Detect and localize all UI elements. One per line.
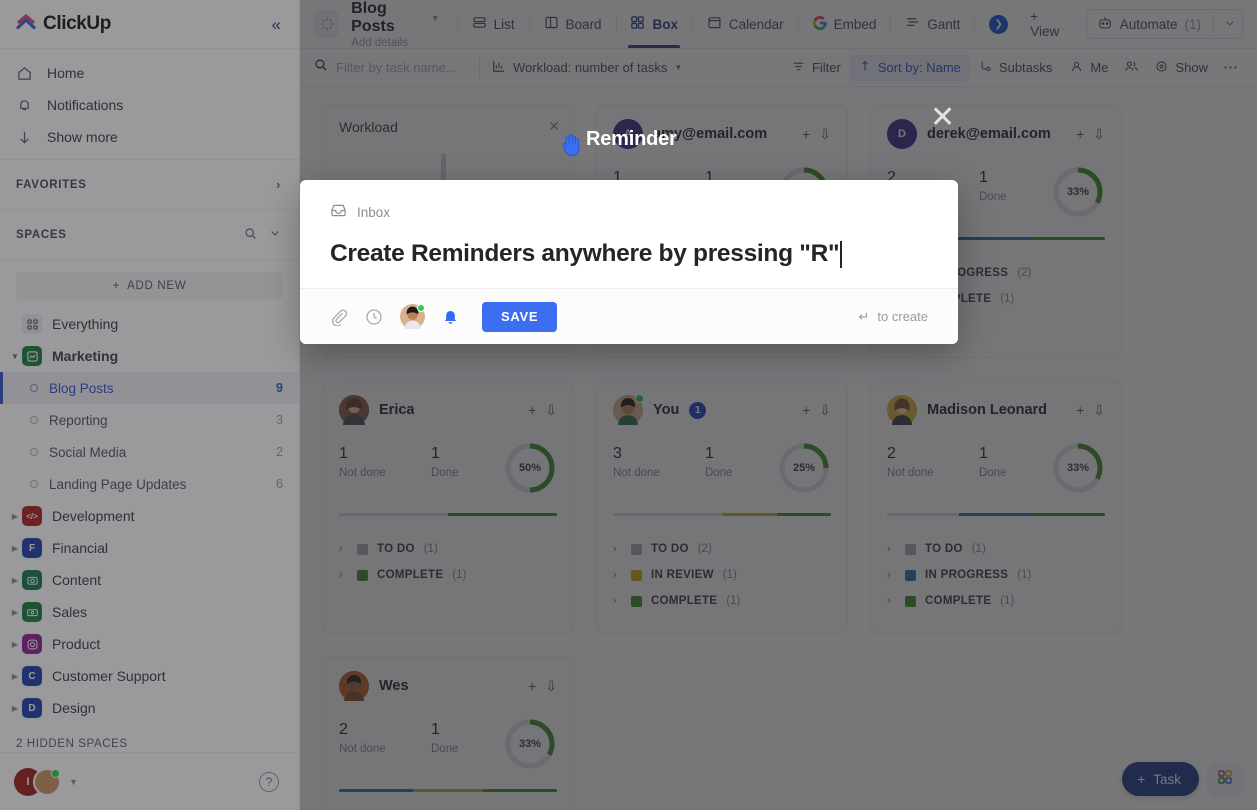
enter-hint-text: to create: [877, 309, 928, 324]
modal-footer: SAVE ↵ to create: [300, 288, 958, 344]
enter-hint: ↵ to create: [859, 309, 929, 325]
online-status-dot: [417, 304, 425, 312]
modal-body: Inbox Create Reminders anywhere by press…: [300, 180, 958, 288]
reminder-tooltip-label: Reminder: [586, 128, 677, 151]
attachment-icon[interactable]: [330, 308, 348, 326]
modal-source-row[interactable]: Inbox: [330, 202, 928, 222]
reminder-title-value: Create Reminders anywhere by pressing "R…: [330, 240, 839, 268]
overlay-scrim[interactable]: [300, 0, 1257, 810]
assignee-avatar[interactable]: [400, 304, 425, 329]
overlay-scrim-sidebar[interactable]: [0, 0, 300, 810]
hand-pointer-icon: [560, 133, 582, 162]
text-caret: [840, 241, 842, 268]
modal-source-label: Inbox: [357, 205, 390, 220]
bell-icon[interactable]: [442, 308, 459, 325]
close-x-icon[interactable]: ✕: [930, 103, 955, 133]
reminder-title-input[interactable]: Create Reminders anywhere by pressing "R…: [330, 240, 928, 268]
save-button[interactable]: SAVE: [482, 302, 557, 332]
create-reminder-modal: Inbox Create Reminders anywhere by press…: [300, 180, 958, 344]
inbox-icon: [330, 202, 347, 222]
clickup-app: ClickUp « Home Notifications: [0, 0, 1257, 810]
clock-icon[interactable]: [365, 308, 383, 326]
enter-key-icon: ↵: [859, 309, 870, 325]
